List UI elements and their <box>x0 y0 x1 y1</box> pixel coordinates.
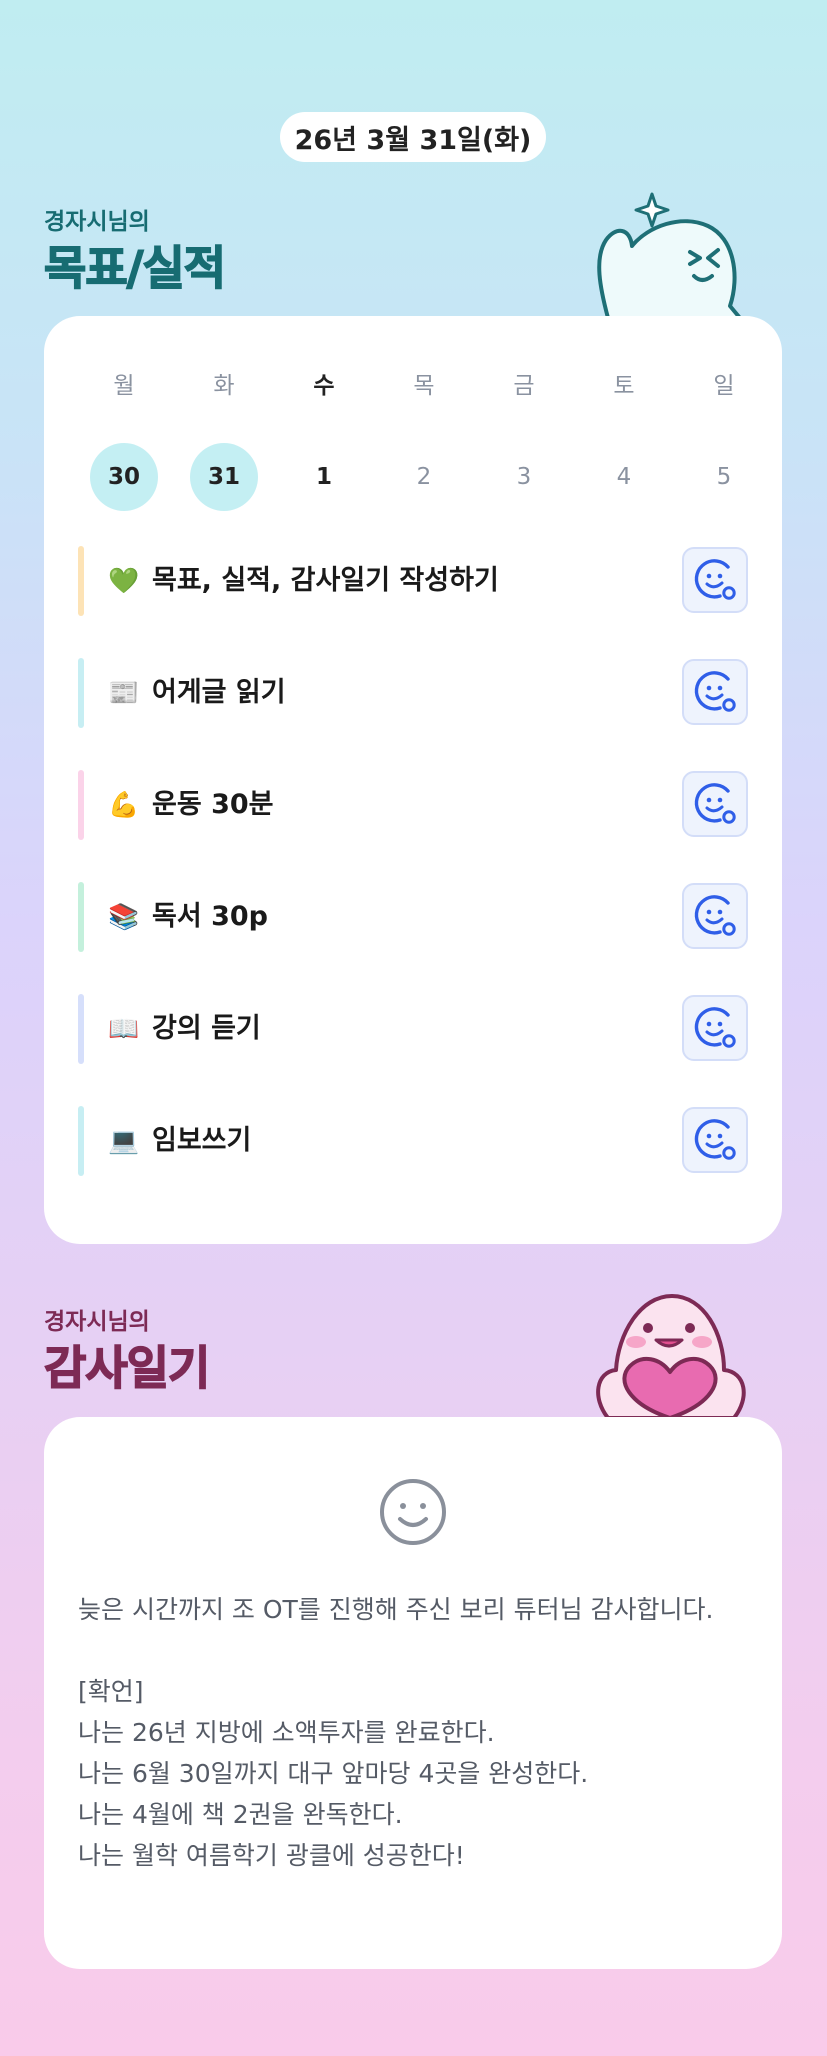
goal-label: 어게글 읽기 <box>152 677 286 708</box>
goal-check-button[interactable] <box>682 771 748 837</box>
goals-title: 목표/실적 <box>43 240 227 296</box>
goal-item: 💪 운동 30분 <box>78 770 748 840</box>
smile-check-icon <box>694 1007 736 1048</box>
smile-check-icon <box>694 895 736 936</box>
goal-check-button[interactable] <box>682 547 748 613</box>
calendar-date[interactable]: 3 <box>490 443 558 511</box>
weekday-label: 금 <box>513 373 535 399</box>
weekday-label: 화 <box>213 373 235 399</box>
smile-icon <box>380 1479 446 1545</box>
goal-label: 운동 30분 <box>152 789 274 820</box>
open-book-icon: 📖 <box>108 1014 140 1043</box>
goal-color-bar <box>78 994 84 1064</box>
smile-check-icon <box>694 671 736 712</box>
newspaper-icon: 📰 <box>108 678 140 707</box>
week-calendar: 월 화 수 목 금 토 일 30 31 1 2 3 4 5 <box>74 366 774 511</box>
goal-check-button[interactable] <box>682 995 748 1061</box>
goal-color-bar <box>78 882 84 952</box>
diary-entry-text: 늦은 시간까지 조 OT를 진행해 주신 보리 튜터님 감사합니다. [확언] … <box>78 1595 714 1870</box>
weekday-label: 일 <box>713 373 735 399</box>
goal-item: 💚 목표, 실적, 감사일기 작성하기 <box>78 546 748 616</box>
goal-item: 📚 독서 30p <box>78 882 748 952</box>
date-header: 26년 3월 31일(화) <box>280 112 546 162</box>
weekday-label: 목 <box>413 373 435 399</box>
weekday-label: 월 <box>113 373 135 399</box>
calendar-date[interactable]: 5 <box>690 443 758 511</box>
goal-color-bar <box>78 770 84 840</box>
weekday-label-today: 수 <box>313 373 335 399</box>
laptop-icon: 💻 <box>108 1126 140 1155</box>
diary-title: 감사일기 <box>43 1340 211 1396</box>
goal-check-button[interactable] <box>682 1107 748 1173</box>
goals-section-heading: 경자시님의 목표/실적 <box>43 202 227 298</box>
date-row: 30 31 1 2 3 4 5 <box>74 443 774 511</box>
calendar-date-today[interactable]: 1 <box>290 443 358 511</box>
goal-item: 📰 어게글 읽기 <box>78 658 748 728</box>
diary-card: 늦은 시간까지 조 OT를 진행해 주신 보리 튜터님 감사합니다. [확언] … <box>44 1417 782 1969</box>
goal-color-bar <box>78 546 84 616</box>
smile-check-icon <box>694 1119 736 1160</box>
goal-item: 💻 임보쓰기 <box>78 1106 748 1176</box>
weekday-label: 토 <box>613 373 635 399</box>
flexed-biceps-icon: 💪 <box>108 790 140 819</box>
diary-subtitle: 경자시님의 <box>44 1309 150 1335</box>
smile-check-icon <box>694 559 736 600</box>
green-heart-icon: 💚 <box>108 566 140 595</box>
smile-check-icon <box>694 783 736 824</box>
goals-subtitle: 경자시님의 <box>44 209 150 235</box>
calendar-date[interactable]: 4 <box>590 443 658 511</box>
goal-label: 임보쓰기 <box>152 1125 252 1156</box>
goal-label: 목표, 실적, 감사일기 작성하기 <box>152 565 499 596</box>
weekday-row: 월 화 수 목 금 토 일 <box>74 366 774 406</box>
goal-color-bar <box>78 658 84 728</box>
goal-check-button[interactable] <box>682 883 748 949</box>
goal-color-bar <box>78 1106 84 1176</box>
heart-mascot-illustration <box>596 1294 746 1418</box>
goal-label: 독서 30p <box>152 901 268 932</box>
goal-item: 📖 강의 듣기 <box>78 994 748 1064</box>
books-icon: 📚 <box>108 902 140 931</box>
diary-section-heading: 경자시님의 감사일기 <box>43 1302 211 1398</box>
calendar-date[interactable]: 2 <box>390 443 458 511</box>
goal-label: 강의 듣기 <box>152 1013 261 1044</box>
ghost-mascot-illustration <box>597 192 742 318</box>
goal-check-button[interactable] <box>682 659 748 725</box>
calendar-date-completed[interactable]: 31 <box>190 443 258 511</box>
goals-card: 월 화 수 목 금 토 일 30 31 1 2 3 4 5 💚 목표, 실적, … <box>44 316 782 1244</box>
calendar-date-completed[interactable]: 30 <box>90 443 158 511</box>
